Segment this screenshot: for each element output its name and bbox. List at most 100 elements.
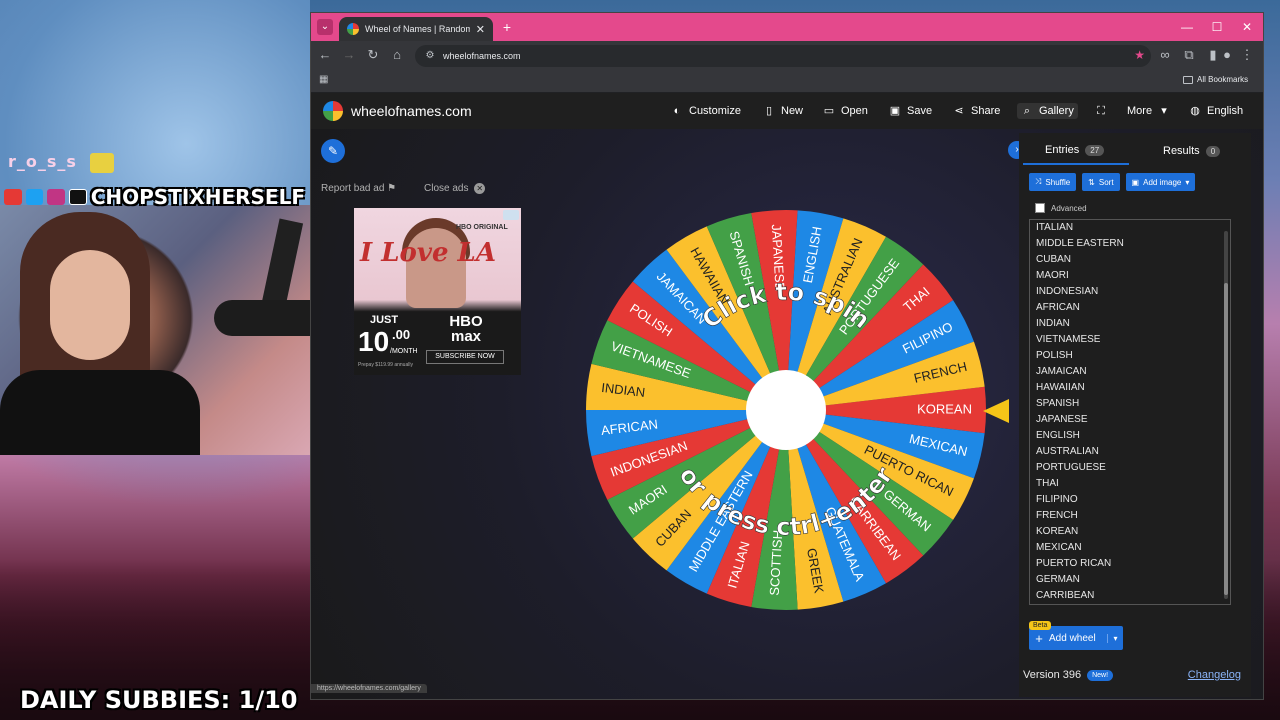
- ad-price: 10: [358, 326, 390, 357]
- entry-line[interactable]: ENGLISH: [1030, 428, 1230, 444]
- reload-icon[interactable]: ↻: [365, 47, 381, 63]
- add-image-button[interactable]: ▣ Add image ▾: [1125, 173, 1196, 191]
- caret-down-icon[interactable]: ▾: [1107, 633, 1123, 643]
- entry-line[interactable]: MIDDLE EASTERN: [1030, 236, 1230, 252]
- version-label: Version 396: [1023, 669, 1082, 681]
- wheel-center[interactable]: [746, 370, 826, 450]
- apps-grid-icon[interactable]: ▦: [319, 74, 331, 86]
- spin-wheel[interactable]: KOREANMEXICANPUERTO RICANGERMANCARRIBEAN…: [581, 205, 991, 615]
- entry-line[interactable]: KOREAN: [1030, 524, 1230, 540]
- folder-open-icon: ▭: [823, 105, 835, 117]
- scrollbar-thumb[interactable]: [1224, 283, 1228, 595]
- entry-line[interactable]: THAI: [1030, 476, 1230, 492]
- sort-icon: ⇅: [1088, 177, 1095, 187]
- entry-line[interactable]: JAPANESE: [1030, 412, 1230, 428]
- address-bar[interactable]: ⚙ wheelofnames.com ★: [415, 45, 1151, 67]
- new-tab-button[interactable]: +: [499, 19, 515, 35]
- more-menu-button[interactable]: More ▾: [1127, 103, 1170, 119]
- ad-hbo-original: HBO ORIGINAL: [456, 224, 508, 231]
- advertisement[interactable]: HBO ORIGINAL I Love LA JUST 10 .00 /MONT…: [354, 208, 521, 375]
- ad-fineprint: Prepay $119.99 annually: [358, 362, 413, 368]
- checkbox-box[interactable]: [1035, 203, 1045, 213]
- new-button[interactable]: ▯ New: [763, 103, 803, 119]
- entry-line[interactable]: FRENCH: [1030, 508, 1230, 524]
- site-logo-text[interactable]: wheelofnames.com: [351, 103, 472, 119]
- entry-line[interactable]: MEXICAN: [1030, 540, 1230, 556]
- entry-line[interactable]: PUERTO RICAN: [1030, 556, 1230, 572]
- twitter-icon: [25, 189, 44, 205]
- edit-pencil-button[interactable]: ✎: [321, 139, 345, 163]
- forward-icon[interactable]: →: [341, 47, 357, 63]
- entry-line[interactable]: INDONESIAN: [1030, 284, 1230, 300]
- ad-price-cents: .00: [392, 327, 411, 342]
- entry-line[interactable]: HAWAIIAN: [1030, 380, 1230, 396]
- entries-count-badge: 27: [1085, 144, 1105, 156]
- close-tab-icon[interactable]: ✕: [476, 23, 485, 36]
- open-button[interactable]: ▭ Open: [823, 103, 868, 119]
- open-label: Open: [841, 105, 868, 117]
- entry-line[interactable]: CUBAN: [1030, 252, 1230, 268]
- entry-line[interactable]: CARRIBEAN: [1030, 588, 1230, 604]
- entry-line[interactable]: GERMAN: [1030, 572, 1230, 588]
- tab-search-button[interactable]: ⌄: [317, 19, 333, 35]
- wheel-logo-icon[interactable]: [323, 101, 343, 121]
- browser-tab[interactable]: Wheel of Names | Random nam ✕: [339, 17, 493, 41]
- entry-line[interactable]: ITALIAN: [1030, 220, 1230, 236]
- all-bookmarks-button[interactable]: All Bookmarks: [1183, 75, 1248, 84]
- entry-line[interactable]: AFRICAN: [1030, 300, 1230, 316]
- results-tab-label: Results: [1163, 145, 1200, 157]
- entry-line[interactable]: SPANISH: [1030, 396, 1230, 412]
- ad-choices-icon[interactable]: [503, 210, 519, 220]
- main-area: ✎ Report bad ad ⚑ Close ads ✕ HBO ORIGIN…: [311, 129, 1263, 699]
- sort-label: Sort: [1098, 177, 1114, 187]
- entries-tab-label: Entries: [1045, 144, 1080, 156]
- share-icon: ⋖: [954, 105, 964, 117]
- customize-button[interactable]: ◐ Customize: [671, 103, 741, 119]
- entry-line[interactable]: MAORI: [1030, 268, 1230, 284]
- close-window-icon[interactable]: ✕: [1239, 19, 1255, 35]
- extensions-puzzle-icon[interactable]: ⧉: [1181, 47, 1197, 63]
- language-button[interactable]: ◍ English: [1189, 103, 1243, 119]
- browser-menu-icon[interactable]: ⋮: [1239, 47, 1255, 63]
- fullscreen-button[interactable]: ⛶: [1095, 103, 1107, 119]
- entry-line[interactable]: AUSTRALIAN: [1030, 444, 1230, 460]
- report-ad-link[interactable]: Report bad ad ⚑: [321, 183, 396, 194]
- close-ads-label: Close ads: [424, 183, 469, 194]
- profile-avatar-icon[interactable]: ●: [1219, 47, 1235, 63]
- flag-icon: ⚑: [387, 183, 397, 194]
- shuffle-label: Shuffle: [1045, 177, 1071, 187]
- emote-icon: [89, 152, 114, 173]
- tab-results[interactable]: Results 0: [1163, 137, 1221, 165]
- site-info-icon[interactable]: ⚙: [423, 49, 437, 63]
- entry-line[interactable]: FILIPINO: [1030, 492, 1230, 508]
- close-ads-link[interactable]: Close ads ✕: [424, 183, 486, 194]
- ad-subscribe-button[interactable]: SUBSCRIBE NOW: [426, 350, 504, 364]
- entry-line[interactable]: VIETNAMESE: [1030, 332, 1230, 348]
- overlay-username-text: r_o_s_s: [8, 152, 77, 171]
- shuffle-button[interactable]: ⤨ Shuffle: [1029, 173, 1077, 191]
- tab-entries[interactable]: Entries 27: [1023, 137, 1129, 165]
- minimize-icon[interactable]: —: [1179, 19, 1195, 35]
- entry-line[interactable]: INDIAN: [1030, 316, 1230, 332]
- tiktok-icon: [69, 189, 87, 205]
- entry-line[interactable]: JAMAICAN: [1030, 364, 1230, 380]
- entry-line[interactable]: PORTUGUESE: [1030, 460, 1230, 476]
- wheel-container[interactable]: KOREAN MEXICAN PUERTO RICAN GERMAN CARRIBEAN…: [581, 205, 991, 615]
- back-icon[interactable]: ←: [317, 47, 333, 63]
- advanced-checkbox[interactable]: Advanced: [1035, 203, 1087, 213]
- changelog-link[interactable]: Changelog: [1188, 669, 1241, 681]
- browser-window: ⌄ Wheel of Names | Random nam ✕ + — ☐ ✕ …: [310, 12, 1264, 700]
- gallery-button[interactable]: ⌕ Gallery: [1017, 103, 1078, 119]
- save-button[interactable]: ▣ Save: [889, 103, 932, 119]
- results-count-badge: 0: [1205, 145, 1221, 157]
- sort-button[interactable]: ⇅ Sort: [1082, 173, 1120, 191]
- entries-textarea[interactable]: ITALIAN MIDDLE EASTERN CUBAN MAORI INDONESIA…: [1029, 219, 1231, 605]
- maximize-icon[interactable]: ☐: [1209, 19, 1225, 35]
- social-handles: CHOPSTIXHERSELF: [0, 184, 305, 210]
- entries-scrollbar[interactable]: [1224, 231, 1228, 599]
- home-icon[interactable]: ⌂: [389, 47, 405, 63]
- bookmark-star-icon[interactable]: ★: [1134, 48, 1145, 62]
- share-button[interactable]: ⋖ Share: [953, 103, 1000, 119]
- extension-icon[interactable]: ∞: [1157, 47, 1173, 63]
- entry-line[interactable]: POLISH: [1030, 348, 1230, 364]
